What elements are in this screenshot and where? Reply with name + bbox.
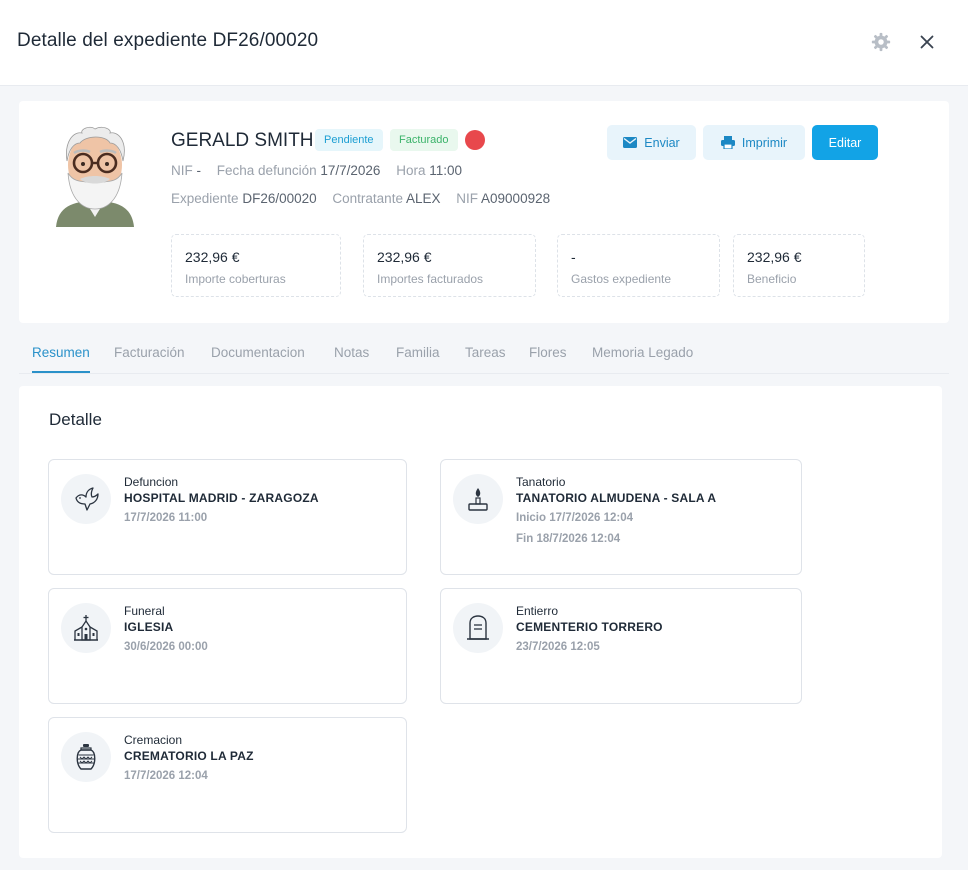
time-value: 11:00 [429, 163, 463, 178]
print-button[interactable]: Imprimir [703, 125, 805, 160]
stat-coverage: 232,96 € Importe coberturas [171, 234, 341, 297]
stat-value: - [571, 249, 576, 265]
tab-flores[interactable]: Flores [529, 345, 567, 373]
stat-value: 232,96 € [185, 249, 240, 265]
event-place: CEMENTERIO TORRERO [516, 620, 663, 634]
event-type: Tanatorio [516, 475, 566, 489]
stat-label: Importes facturados [377, 272, 484, 286]
stat-invoiced: 232,96 € Importes facturados [363, 234, 536, 297]
urn-icon [76, 744, 96, 770]
send-button-label: Enviar [644, 135, 680, 150]
meta-line-death: NIF - Fecha defunción 17/7/2026 Hora 11:… [171, 163, 462, 178]
tab-bar: Resumen Facturación Documentacion Notas … [19, 338, 949, 374]
stat-profit: 232,96 € Beneficio [733, 234, 865, 297]
contractor-nif-label: NIF [456, 191, 479, 206]
tab-notas[interactable]: Notas [334, 345, 369, 373]
client-name: GERALD SMITH [171, 130, 314, 151]
nif-value: - [196, 163, 202, 178]
stat-label: Importe coberturas [185, 272, 286, 286]
tab-memoria-legado[interactable]: Memoria Legado [592, 345, 693, 373]
event-card-defuncion[interactable]: Defuncion HOSPITAL MADRID - ZARAGOZA 17/… [48, 459, 407, 575]
file-label: Expediente [171, 191, 239, 206]
tombstone-icon [467, 615, 489, 640]
death-date-value: 17/7/2026 [320, 163, 381, 178]
avatar [56, 126, 134, 227]
contractor-nif-value: A09000928 [481, 191, 551, 206]
candle-icon [468, 488, 488, 511]
contractor-value: ALEX [405, 191, 441, 206]
status-dot [465, 130, 485, 150]
stat-label: Gastos expediente [571, 272, 672, 286]
event-end-date: Fin 18/7/2026 12:04 [516, 533, 621, 545]
stat-value: 232,96 € [377, 249, 432, 265]
print-button-label: Imprimir [741, 135, 788, 150]
envelope-icon [623, 137, 638, 148]
modal-header: Detalle del expediente DF26/00020 [0, 0, 968, 86]
event-date: 17/7/2026 11:00 [124, 512, 208, 524]
event-date: 23/7/2026 12:05 [516, 641, 600, 653]
event-card-cremacion[interactable]: Cremacion CREMATORIO LA PAZ 17/7/2026 12… [48, 717, 407, 833]
close-icon[interactable] [916, 31, 938, 53]
send-button[interactable]: Enviar [607, 125, 696, 160]
tab-facturacion[interactable]: Facturación [114, 345, 185, 373]
section-title: Detalle [49, 410, 102, 429]
event-type: Cremacion [124, 733, 183, 747]
dove-icon [75, 487, 99, 511]
gear-icon[interactable] [870, 31, 892, 53]
meta-line-file: Expediente DF26/00020 Contratante ALEX N… [171, 191, 550, 206]
page-title: Detalle del expediente DF26/00020 [17, 30, 319, 51]
tab-familia[interactable]: Familia [396, 345, 440, 373]
event-date: 30/6/2026 00:00 [124, 641, 208, 653]
church-icon [74, 615, 98, 641]
detail-card: Detalle Defuncion HOSPITAL MADRID - ZARA… [19, 386, 942, 858]
file-value: DF26/00020 [242, 191, 317, 206]
event-place: TANATORIO ALMUDENA - SALA A [516, 491, 717, 505]
tab-resumen[interactable]: Resumen [32, 345, 90, 373]
event-place: IGLESIA [124, 620, 174, 634]
event-card-tanatorio[interactable]: Tanatorio TANATORIO ALMUDENA - SALA A In… [440, 459, 802, 575]
event-type: Entierro [516, 604, 559, 618]
tab-tareas[interactable]: Tareas [465, 345, 506, 373]
event-type: Funeral [124, 604, 165, 618]
nif-label: NIF [171, 163, 193, 178]
event-card-funeral[interactable]: Funeral IGLESIA 30/6/2026 00:00 [48, 588, 407, 704]
time-label: Hora [396, 163, 426, 178]
tab-documentacion[interactable]: Documentacion [211, 345, 305, 373]
event-type: Defuncion [124, 475, 179, 489]
event-place: CREMATORIO LA PAZ [124, 749, 254, 763]
death-date-label: Fecha defunción [216, 163, 317, 178]
edit-button[interactable]: Editar [812, 125, 878, 160]
profile-card: GERALD SMITH Pendiente Facturado NIF - F… [19, 101, 949, 323]
event-start-date: Inicio 17/7/2026 12:04 [516, 512, 633, 524]
status-badge-pending: Pendiente [315, 129, 383, 151]
contractor-label: Contratante [332, 191, 403, 206]
printer-icon [720, 136, 735, 149]
event-place: HOSPITAL MADRID - ZARAGOZA [124, 491, 319, 505]
stat-label: Beneficio [747, 272, 797, 286]
stat-value: 232,96 € [747, 249, 802, 265]
event-date: 17/7/2026 12:04 [124, 770, 208, 782]
event-card-entierro[interactable]: Entierro CEMENTERIO TORRERO 23/7/2026 12… [440, 588, 802, 704]
status-badge-invoiced: Facturado [390, 129, 458, 151]
stat-expenses: - Gastos expediente [557, 234, 720, 297]
